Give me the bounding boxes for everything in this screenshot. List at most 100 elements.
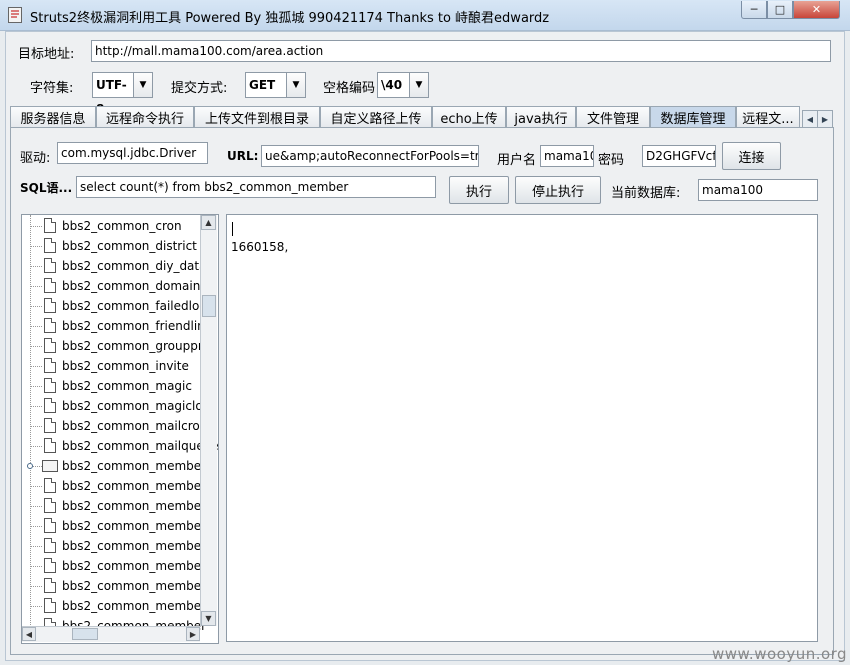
- tree-item-label: bbs2_common_diy_data: [62, 259, 207, 273]
- tree-item[interactable]: bbs2_common_mailqueue: [22, 436, 218, 456]
- target-url-input[interactable]: http://mall.mama100.com/area.action: [91, 40, 831, 62]
- tree-connector: [30, 586, 42, 587]
- tree-item[interactable]: bbs2_common_member: [22, 596, 206, 616]
- tree-item[interactable]: bbs2_common_mailcron: [22, 416, 207, 436]
- tab-scroll-left-icon[interactable]: ◀: [802, 110, 818, 128]
- space-encoding-select[interactable]: \40 ▼: [377, 72, 429, 98]
- table-tree[interactable]: bbs2_common_cron bbs2_common_district bbs2…: [21, 214, 219, 644]
- tree-item-label: bbs2_common_failedlog: [62, 299, 207, 313]
- file-icon: [44, 298, 56, 313]
- jdbc-url-input[interactable]: ue&amp;autoReconnectForPools=true: [261, 145, 479, 167]
- tab-server-info[interactable]: 服务器信息: [10, 106, 96, 128]
- tab-custom-upload[interactable]: 自定义路径上传: [320, 106, 432, 128]
- tree-connector: [30, 606, 42, 607]
- tree-item[interactable]: bbs2_common_member: [22, 576, 206, 596]
- tree-connector: [30, 546, 42, 547]
- chevron-down-icon: ▼: [292, 80, 300, 90]
- scroll-down-icon[interactable]: ▼: [201, 611, 216, 626]
- scroll-left-icon[interactable]: ◀: [22, 627, 36, 641]
- method-select[interactable]: GET ▼: [245, 72, 306, 98]
- tab-upload-root[interactable]: 上传文件到根目录: [194, 106, 320, 128]
- tree-item[interactable]: bbs2_common_failedlog: [22, 296, 207, 316]
- file-icon: [44, 598, 56, 613]
- tree-item[interactable]: bbs2_common_diy_data: [22, 256, 206, 276]
- file-icon: [44, 498, 56, 513]
- charset-select[interactable]: UTF-8 ▼: [92, 72, 153, 116]
- scroll-up-icon[interactable]: ▲: [201, 215, 216, 230]
- minimize-button[interactable]: ─: [741, 1, 767, 19]
- tree-item[interactable]: bbs2_common_member: [22, 496, 206, 516]
- tree-item[interactable]: bbs2_common_grouppm: [22, 336, 210, 356]
- tab-file-manager[interactable]: 文件管理: [576, 106, 650, 128]
- tree-item-label: bbs2_common_magic: [62, 379, 192, 393]
- tree-item[interactable]: bbs2_common_member: [22, 556, 206, 576]
- tree-connector: [30, 306, 42, 307]
- sql-input[interactable]: select count(*) from bbs2_common_member: [76, 176, 436, 198]
- watermark: www.wooyun.org: [712, 645, 848, 663]
- tree-item-label: bbs2_common_member: [62, 479, 207, 493]
- tree-vertical-scrollbar[interactable]: ▲ ▼: [200, 215, 217, 626]
- current-db-label: 当前数据库:: [611, 186, 681, 201]
- username-input[interactable]: mama100: [540, 145, 594, 167]
- tree-connector: [30, 366, 42, 367]
- tab-remote-command[interactable]: 远程命令执行: [96, 106, 194, 128]
- driver-label: 驱动:: [20, 151, 51, 166]
- driver-input[interactable]: com.mysql.jdbc.Driver: [57, 142, 208, 164]
- file-icon: [44, 538, 56, 553]
- close-button[interactable]: ✕: [793, 1, 840, 19]
- tree-connector: [30, 266, 42, 267]
- tree-item[interactable]: bbs2_common_friendlink: [22, 316, 212, 336]
- current-db-input[interactable]: mama100: [698, 179, 818, 201]
- query-result-area[interactable]: [226, 214, 818, 642]
- file-icon: [44, 318, 56, 333]
- file-icon: [44, 338, 56, 353]
- charset-label: 字符集:: [30, 81, 74, 96]
- maximize-button[interactable]: □: [767, 1, 793, 19]
- tree-connector: [30, 326, 42, 327]
- connect-button[interactable]: 连接: [722, 142, 781, 170]
- tree-item[interactable]: bbs2_common_member: [22, 536, 206, 556]
- scroll-thumb-horizontal[interactable]: [72, 628, 98, 640]
- file-icon: [44, 258, 56, 273]
- expand-handle-icon[interactable]: [27, 463, 33, 469]
- file-icon: [44, 418, 56, 433]
- file-icon: [44, 518, 56, 533]
- scroll-right-icon[interactable]: ▶: [186, 627, 200, 641]
- tree-item[interactable]: bbs2_common_district: [22, 236, 202, 256]
- tree-item-label: bbs2_common_member: [62, 539, 207, 553]
- file-icon: [44, 578, 56, 593]
- tree-item[interactable]: bbs2_common_member: [22, 476, 206, 496]
- tab-remote-file[interactable]: 远程文...: [736, 106, 800, 128]
- password-label: 密码: [598, 153, 625, 168]
- execute-button[interactable]: 执行: [449, 176, 509, 204]
- tree-item[interactable]: bbs2_common_member: [22, 456, 206, 476]
- tree-item-label: bbs2_common_member: [62, 519, 207, 533]
- tree-item[interactable]: bbs2_common_magic: [22, 376, 202, 396]
- tree-item[interactable]: bbs2_common_magiclog: [22, 396, 210, 416]
- tree-horizontal-scrollbar[interactable]: ◀ ▶: [22, 626, 200, 642]
- method-value: GET: [246, 73, 287, 97]
- tab-database-manager[interactable]: 数据库管理: [650, 106, 736, 128]
- tree-item-label: bbs2_common_mailcron: [62, 419, 208, 433]
- tree-item-label: bbs2_common_district: [62, 239, 197, 253]
- scroll-thumb[interactable]: [202, 295, 216, 317]
- tree-item[interactable]: bbs2_common_member: [22, 516, 206, 536]
- tree-item[interactable]: bbs2_common_cron: [22, 216, 202, 236]
- tree-item[interactable]: bbs2_common_domain: [22, 276, 202, 296]
- tree-item[interactable]: bbs2_common_invite: [22, 356, 202, 376]
- file-icon: [44, 398, 56, 413]
- tree-connector: [30, 386, 42, 387]
- tab-java-exec[interactable]: java执行: [506, 106, 576, 128]
- charset-value: UTF-8: [93, 73, 134, 116]
- tab-scroll-right-icon[interactable]: ▶: [817, 110, 833, 128]
- tab-echo-upload[interactable]: echo上传: [432, 106, 506, 128]
- tree-item-label: bbs2_common_magiclog: [62, 399, 211, 413]
- password-input[interactable]: D2GHGFVcf: [642, 145, 716, 167]
- tree-item-label: bbs2_common_member: [62, 559, 207, 573]
- tree-item-label: bbs2_common_domain: [62, 279, 201, 293]
- tree-connector: [30, 226, 42, 227]
- file-icon: [44, 218, 56, 233]
- username-label: 用户名: [497, 153, 537, 168]
- tree-connector: [30, 246, 42, 247]
- stop-execute-button[interactable]: 停止执行: [515, 176, 601, 204]
